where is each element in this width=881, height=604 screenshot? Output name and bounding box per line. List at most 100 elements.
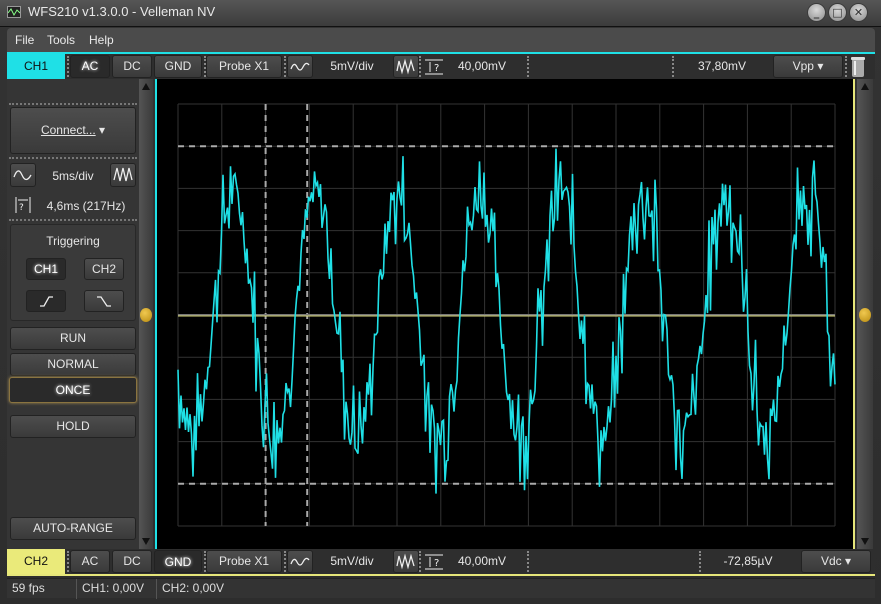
oscilloscope-app: WFS210 v1.3.0.0 - Velleman NV _ □ ✕ File… [0, 0, 881, 604]
ch2-label[interactable]: CH2 [7, 549, 65, 574]
triggering-group: Triggering CH1 CH2 [10, 224, 136, 321]
menu-help[interactable]: Help [89, 33, 114, 47]
separator [419, 551, 421, 572]
separator [699, 551, 701, 572]
marker-delta-icon: ? [425, 554, 443, 570]
close-button[interactable]: ✕ [849, 3, 868, 22]
ch1-volts-decrease-button[interactable] [287, 55, 313, 78]
trash-icon[interactable] [850, 55, 866, 79]
ch2-probe-button[interactable]: Probe X1 [206, 550, 282, 573]
ch2-marker-value: 40,00mV [457, 554, 507, 568]
ch1-volts-div: 5mV/div [330, 59, 374, 73]
title-bar: WFS210 v1.3.0.0 - Velleman NV _ □ ✕ [0, 0, 881, 27]
wave-wide-icon [290, 62, 310, 71]
trigger-falling-button[interactable] [84, 290, 124, 312]
time-decrease-button[interactable] [10, 163, 36, 187]
arrow-up-icon[interactable] [142, 83, 150, 90]
menu-tools[interactable]: Tools [47, 33, 75, 47]
menu-file[interactable]: File [15, 33, 34, 47]
divider [9, 219, 137, 221]
ch2-dc-button[interactable]: DC [112, 550, 152, 573]
separator [67, 56, 69, 77]
arrow-down-icon[interactable] [142, 538, 150, 545]
triggering-title: Triggering [46, 234, 100, 248]
svg-text:?: ? [434, 63, 439, 74]
ch2-measure-mode: Vdc [820, 554, 842, 568]
separator [527, 551, 529, 572]
separator [672, 56, 674, 77]
ch2-offset-handle[interactable] [859, 308, 871, 322]
minimize-button[interactable]: _ [807, 3, 826, 22]
wave-wide-icon [290, 557, 310, 566]
separator [845, 56, 847, 77]
connect-label: Connect... [40, 123, 96, 137]
ch1-measure-mode-dropdown[interactable]: Vpp ▾ [773, 55, 843, 78]
wave-narrow-icon [396, 58, 415, 75]
ch1-probe-button[interactable]: Probe X1 [206, 55, 282, 78]
ch2-gnd-button[interactable]: GND [154, 550, 202, 573]
ch1-volts-increase-button[interactable] [393, 55, 419, 78]
ch2-toolbar: CH2 AC DC GND Probe X1 5mV/div ? 40,00mV… [7, 549, 875, 576]
wave-narrow-icon [113, 167, 133, 182]
ch1-gnd-button[interactable]: GND [154, 55, 202, 78]
ch1-offset-slider[interactable] [139, 79, 153, 549]
divider [76, 579, 77, 599]
separator [284, 56, 286, 77]
separator [67, 551, 69, 572]
dropdown-arrow-icon: ▾ [99, 123, 106, 137]
left-control-panel: Connect... ▾ 5ms/div ? 4,6ms (217Hz) Tri… [7, 79, 139, 549]
divider [9, 103, 137, 105]
run-button[interactable]: RUN [10, 327, 136, 350]
ch1-ac-button[interactable]: AC [70, 55, 110, 78]
ch1-offset-handle[interactable] [140, 308, 152, 322]
status-fps: 59 fps [12, 581, 45, 595]
rising-edge-icon [40, 296, 53, 307]
ch2-ac-button[interactable]: AC [70, 550, 110, 573]
ch2-measure-mode-dropdown[interactable]: Vdc ▾ [801, 550, 871, 573]
falling-edge-icon [97, 296, 111, 307]
ch1-measurement: 37,80mV [697, 59, 747, 73]
divider [9, 157, 137, 159]
status-bar: 59 fps CH1: 0,00V CH2: 0,00V [7, 578, 875, 599]
wave-wide-icon [13, 170, 32, 181]
time-increase-button[interactable] [110, 163, 136, 187]
connect-button[interactable]: Connect... ▾ [10, 107, 136, 154]
separator [527, 56, 529, 77]
ch2-volts-increase-button[interactable] [393, 550, 419, 573]
dropdown-arrow-icon: ▾ [845, 554, 852, 568]
time-marker-value: 4,6ms (217Hz) [46, 199, 126, 213]
once-button[interactable]: ONCE [9, 377, 137, 403]
divider [156, 579, 157, 599]
svg-text:?: ? [434, 558, 439, 569]
separator [419, 56, 421, 77]
ch2-volts-decrease-button[interactable] [287, 550, 313, 573]
arrow-up-icon[interactable] [861, 83, 869, 90]
trigger-ch2-button[interactable]: CH2 [84, 258, 124, 280]
ch1-label[interactable]: CH1 [7, 54, 65, 79]
ch1-marker-value: 40,00mV [457, 59, 507, 73]
ch2-measurement: -72,85µV [723, 554, 773, 568]
scope-canvas [177, 103, 836, 527]
ch1-dc-button[interactable]: DC [112, 55, 152, 78]
hold-button[interactable]: HOLD [10, 415, 136, 438]
ch1-toolbar: CH1 AC DC GND Probe X1 5mV/div ? 40,00mV… [7, 52, 875, 79]
ch1-measure-mode: Vpp [792, 59, 814, 73]
time-div: 5ms/div [52, 169, 94, 183]
wave-narrow-icon [396, 553, 415, 570]
marker-delta-icon: ? [425, 59, 443, 75]
menu-bar: File Tools Help [7, 28, 875, 52]
window-title: WFS210 v1.3.0.0 - Velleman NV [28, 4, 216, 19]
scope-display[interactable] [155, 79, 855, 549]
trigger-rising-button[interactable] [26, 290, 66, 312]
status-ch1: CH1: 0,00V [82, 581, 145, 595]
separator [284, 551, 286, 572]
maximize-button[interactable]: □ [828, 3, 847, 22]
normal-button[interactable]: NORMAL [10, 353, 136, 376]
trigger-ch1-button[interactable]: CH1 [26, 258, 66, 280]
auto-range-button[interactable]: AUTO-RANGE [10, 517, 136, 540]
arrow-down-icon[interactable] [861, 538, 869, 545]
dropdown-arrow-icon: ▾ [817, 59, 824, 73]
status-ch2: CH2: 0,00V [162, 581, 225, 595]
ch2-volts-div: 5mV/div [330, 554, 374, 568]
ch2-offset-slider[interactable] [857, 79, 873, 549]
